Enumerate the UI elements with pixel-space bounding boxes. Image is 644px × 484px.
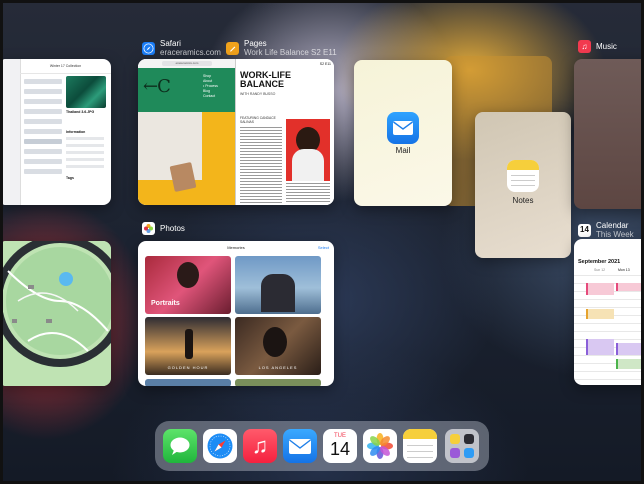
memory-tile-next[interactable] xyxy=(235,379,321,386)
mail-label: Mail xyxy=(395,146,411,155)
memory-tile-los-angeles[interactable]: LOS ANGELES xyxy=(235,317,321,375)
photos-app-card[interactable]: Memories Select Portraits GOLDEN HOUR LO… xyxy=(138,241,334,386)
calendar-subtitle: This Week xyxy=(596,230,634,239)
document-title: WORK-LIFE BALANCE xyxy=(240,70,291,89)
music-dock-icon[interactable]: ♫ xyxy=(243,429,277,463)
pages-card-header: Pages Work Life Balance S2 E11 xyxy=(226,39,337,57)
photos-app-name: Photos xyxy=(160,224,185,233)
dock: ♫ TUE 14 xyxy=(155,421,489,471)
calendar-event[interactable] xyxy=(616,283,642,291)
file-row[interactable] xyxy=(24,79,62,84)
file-row[interactable] xyxy=(24,159,62,164)
notes-dock-icon[interactable] xyxy=(403,429,437,463)
safari-app-name: Safari xyxy=(160,39,181,48)
file-name: Thailand 3.6.JPG xyxy=(66,110,95,114)
file-row[interactable] xyxy=(24,149,62,154)
website-logo: ←C xyxy=(143,76,171,97)
safari-subtitle: eraceramics.com xyxy=(160,48,221,57)
memory-tile-portraits[interactable]: Portraits xyxy=(145,256,231,314)
website-menu: Shop About • Process Blog Contact xyxy=(203,74,218,99)
website-photo xyxy=(138,112,235,205)
safari-icon xyxy=(142,41,155,55)
music-app-name: Music xyxy=(596,42,617,51)
mail-icon xyxy=(387,112,419,144)
pages-app-name: Pages xyxy=(244,39,267,48)
photos-card-header: Photos xyxy=(142,222,185,235)
calendar-icon: 14 xyxy=(578,223,591,237)
memory-tile-golden-hour[interactable]: GOLDEN HOUR xyxy=(145,317,231,375)
calendar-icon-date: 14 xyxy=(580,225,589,234)
calendar-app-card[interactable]: September 2021 Sun 12 Mon 13 xyxy=(574,239,644,385)
file-row-selected[interactable] xyxy=(24,139,62,144)
file-preview-thumbnail xyxy=(66,76,106,108)
notes-icon xyxy=(507,160,539,192)
file-meta-line xyxy=(66,151,104,154)
notes-app-card[interactable]: Notes xyxy=(475,112,571,258)
calendar-day-sun: Sun 12 xyxy=(594,268,606,272)
files-info-heading: Information xyxy=(66,130,86,134)
calendar-app-name: Calendar xyxy=(596,221,629,230)
file-meta-line xyxy=(66,158,104,161)
calendar-day-mon: Mon 13 xyxy=(618,268,630,272)
memory-title: GOLDEN HOUR xyxy=(167,365,209,370)
document-body-text xyxy=(286,183,330,203)
safari-address-bar[interactable]: eraceramics.com xyxy=(162,61,212,66)
file-meta-line xyxy=(66,144,104,147)
files-sidebar xyxy=(0,59,21,205)
notes-label: Notes xyxy=(512,196,534,205)
file-row[interactable] xyxy=(24,89,62,94)
calendar-dock-date: 14 xyxy=(329,439,351,459)
messages-icon[interactable] xyxy=(163,429,197,463)
safari-dock-icon[interactable] xyxy=(203,429,237,463)
mail-app-card[interactable]: Mail xyxy=(354,60,452,206)
music-card-header: ♫ Music xyxy=(578,40,617,53)
calendar-event[interactable] xyxy=(586,309,614,319)
pages-icon xyxy=(226,41,239,55)
map-view xyxy=(0,241,111,386)
file-row[interactable] xyxy=(24,129,62,134)
calendar-card-header: 14 Calendar This Week xyxy=(578,221,634,239)
app-library-icon[interactable] xyxy=(445,429,479,463)
file-row[interactable] xyxy=(24,119,62,124)
music-icon: ♫ xyxy=(578,40,591,53)
page-number: S2 E11 xyxy=(319,62,331,66)
photos-title: Memories xyxy=(227,245,245,250)
maps-app-card[interactable] xyxy=(0,241,111,386)
file-row[interactable] xyxy=(24,109,62,114)
photos-select-button[interactable]: Select xyxy=(318,245,329,250)
calendar-event[interactable] xyxy=(586,283,614,295)
pages-subtitle: Work Life Balance S2 E11 xyxy=(244,48,337,57)
menu-item[interactable]: Contact xyxy=(203,94,218,99)
file-row[interactable] xyxy=(24,169,62,174)
calendar-event[interactable] xyxy=(616,343,642,355)
calendar-event[interactable] xyxy=(586,339,614,355)
safari-window[interactable]: eraceramics.com ←C Shop About • Process … xyxy=(138,59,235,205)
mail-dock-icon[interactable] xyxy=(283,429,317,463)
files-window-title: Winter 17 Collection xyxy=(20,59,111,74)
music-app-card[interactable] xyxy=(574,59,644,209)
portrait-shirt xyxy=(292,149,324,181)
pages-document[interactable]: S2 E11 WORK-LIFE BALANCE WITH RANDY BUSS… xyxy=(235,59,334,205)
safari-card-header: Safari eraceramics.com xyxy=(142,39,221,57)
file-meta-line xyxy=(66,165,104,168)
safari-pages-split-card[interactable]: eraceramics.com ←C Shop About • Process … xyxy=(138,59,334,205)
document-feature: FEATURING CANDACE SALINAS xyxy=(240,116,276,124)
photos-icon xyxy=(142,222,155,235)
document-portrait xyxy=(286,119,330,181)
photos-dock-icon[interactable] xyxy=(363,429,397,463)
document-body-text xyxy=(240,127,282,203)
document-byline: WITH RANDY BUSSO xyxy=(240,92,276,96)
calendar-dock-icon[interactable]: TUE 14 xyxy=(323,429,357,463)
website-hero: ←C Shop About • Process Blog Contact xyxy=(138,68,235,112)
file-row[interactable] xyxy=(24,99,62,104)
files-app-card[interactable]: Winter 17 Collection Thailand 3.6.JPG In… xyxy=(0,59,111,205)
memory-title: LOS ANGELES xyxy=(258,365,298,370)
memory-title: Portraits xyxy=(151,300,180,307)
files-tags-heading: Tags xyxy=(66,176,74,180)
calendar-month: September 2021 xyxy=(578,259,621,265)
calendar-event[interactable] xyxy=(616,359,642,369)
memory-tile-beach[interactable] xyxy=(235,256,321,314)
memory-tile-next[interactable] xyxy=(145,379,231,386)
file-meta-line xyxy=(66,137,104,140)
